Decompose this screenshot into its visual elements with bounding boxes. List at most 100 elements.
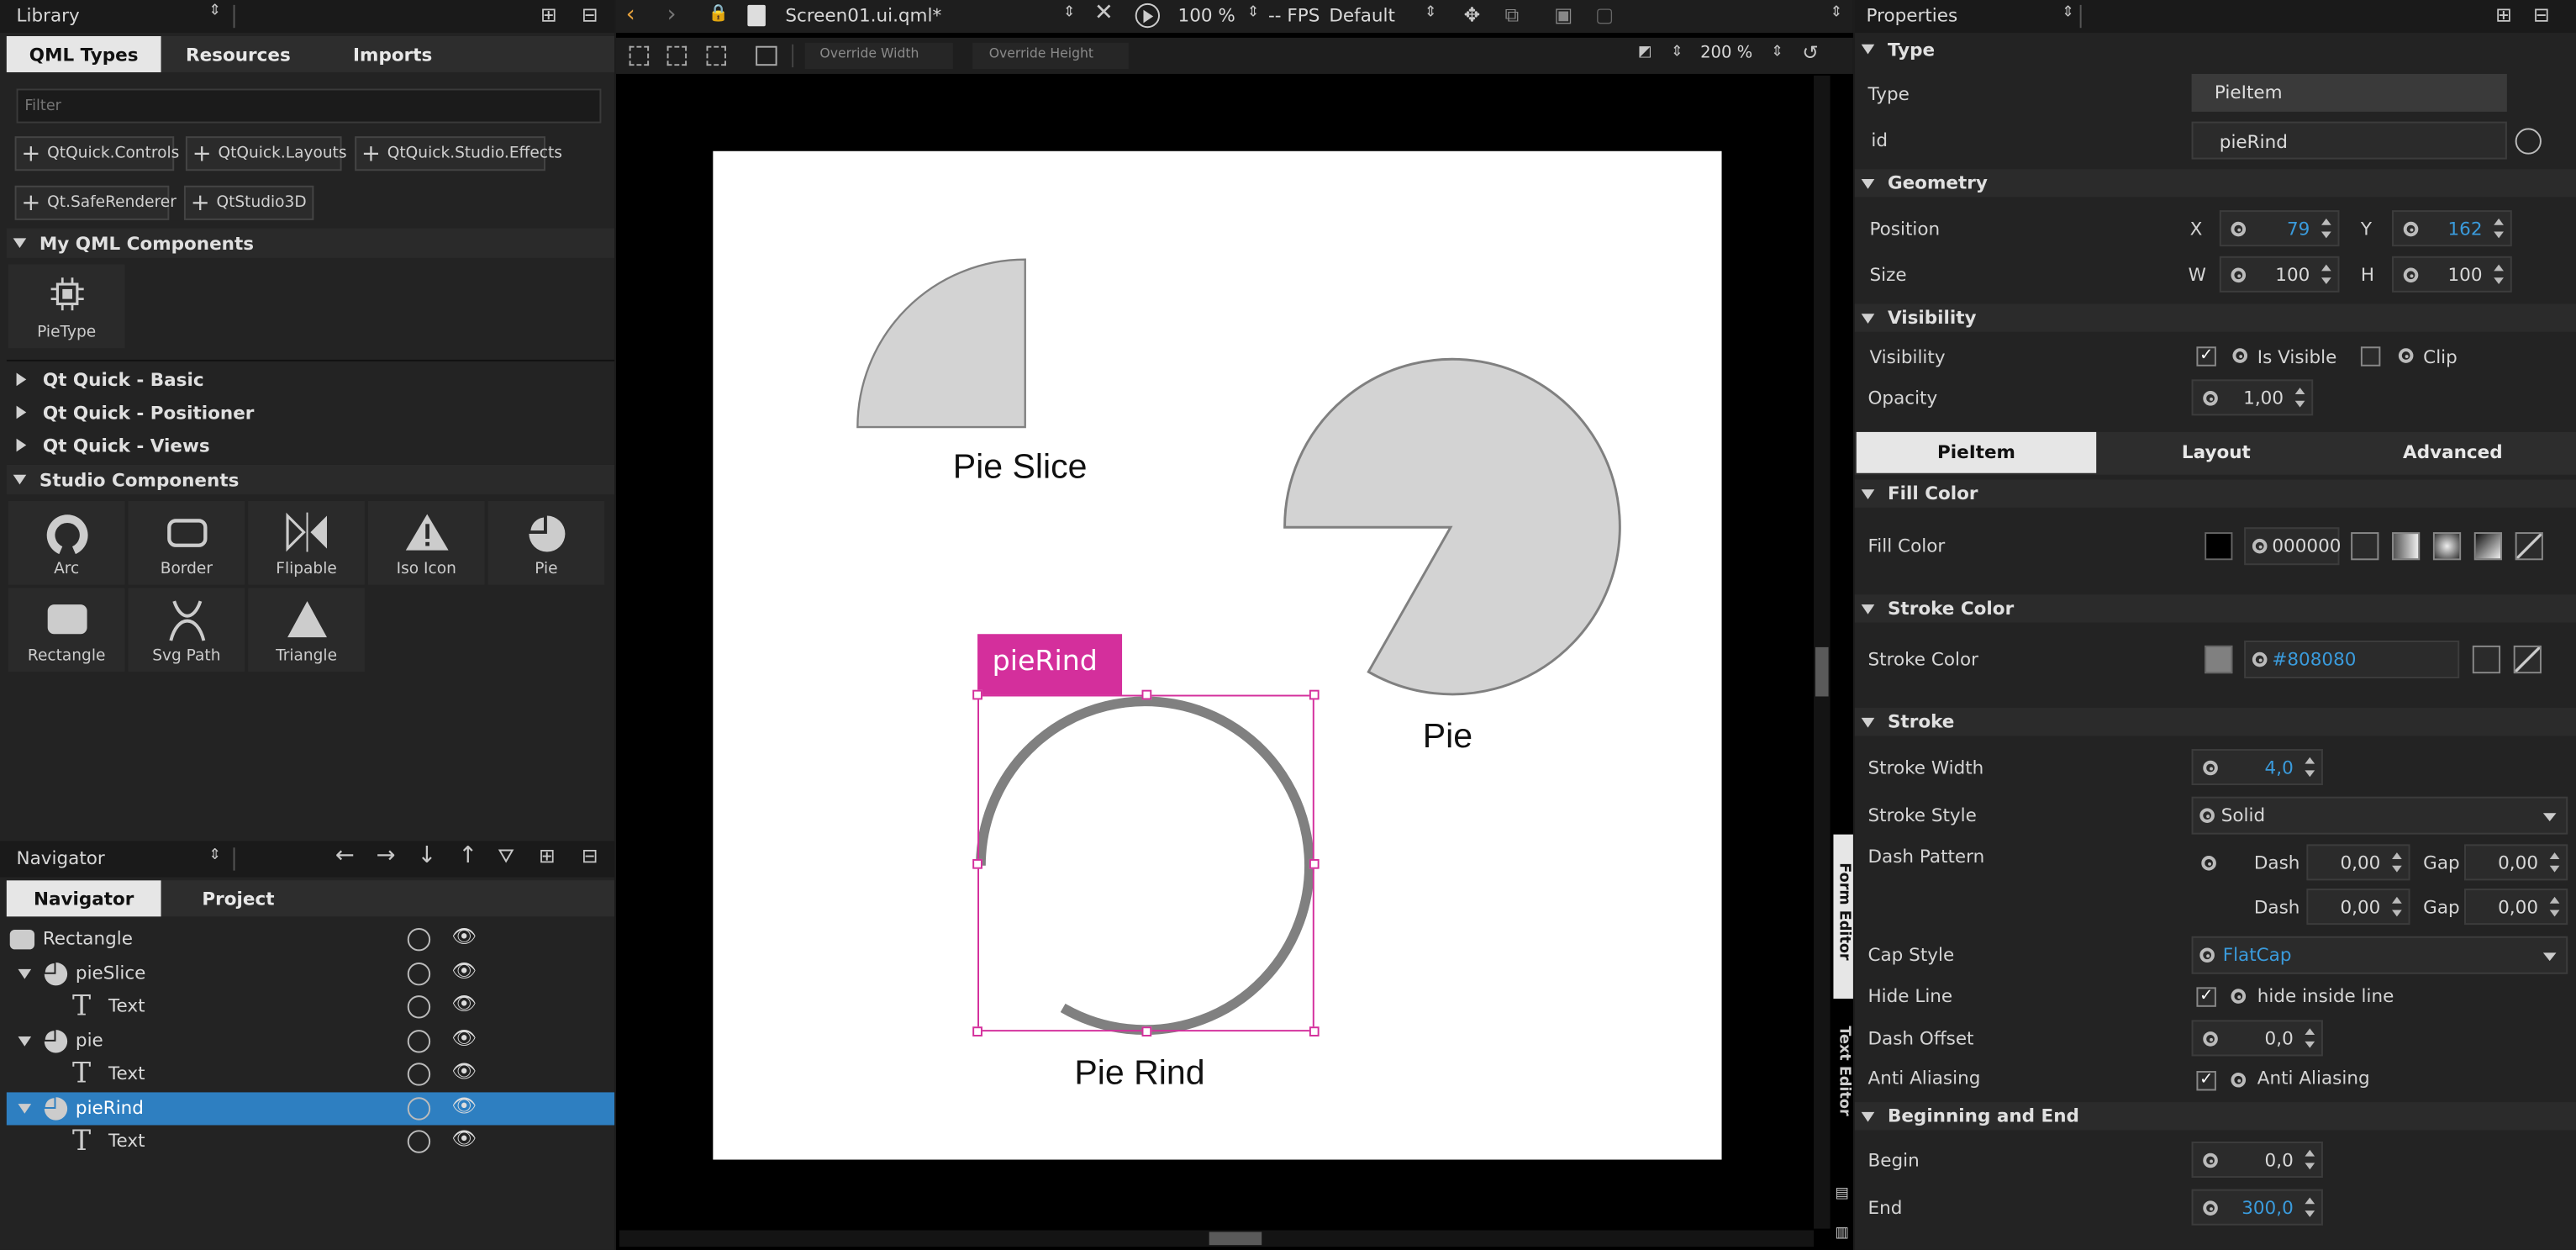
- reset-view-icon[interactable]: ↺: [1802, 41, 1819, 64]
- eye-icon[interactable]: 👁: [452, 992, 477, 1015]
- import-button[interactable]: + Qt.SafeRenderer: [14, 185, 176, 220]
- eye-icon[interactable]: 👁: [452, 1026, 477, 1049]
- tab-project[interactable]: Project: [161, 880, 316, 916]
- panel-icon[interactable]: ▥: [1835, 1226, 1849, 1242]
- increment-icon[interactable]: [2305, 757, 2315, 764]
- link-icon[interactable]: [2252, 538, 2268, 554]
- component-border[interactable]: Border: [128, 500, 245, 585]
- link-icon[interactable]: [2203, 1200, 2218, 1216]
- component-pietype[interactable]: PieType: [8, 264, 125, 349]
- radial-gradient-icon[interactable]: [2432, 532, 2462, 561]
- component-arc[interactable]: Arc: [8, 500, 125, 585]
- updown-icon[interactable]: ⇕: [1771, 45, 1783, 61]
- link-icon[interactable]: [2403, 221, 2419, 237]
- properties-dropdown[interactable]: Properties: [1867, 5, 1958, 26]
- component-rectangle[interactable]: Rectangle: [8, 588, 125, 672]
- end-spinbox[interactable]: 300,0: [2191, 1189, 2323, 1226]
- alias-export-icon[interactable]: [2515, 128, 2542, 155]
- selection-tag[interactable]: pieRind: [977, 634, 1123, 695]
- export-alias-icon[interactable]: [407, 1030, 431, 1053]
- pie-shape[interactable]: [1283, 357, 1621, 696]
- beginning-end-section-header[interactable]: Beginning and End: [1854, 1102, 2576, 1131]
- frame-icon[interactable]: ▢: [1595, 3, 1614, 26]
- decrement-icon[interactable]: [2321, 231, 2331, 239]
- decrement-icon[interactable]: [2392, 865, 2402, 873]
- studio-components-header[interactable]: Studio Components: [6, 464, 615, 495]
- link-icon[interactable]: [2199, 808, 2215, 823]
- gap-spinbox[interactable]: 0,00: [2464, 844, 2568, 881]
- increment-icon[interactable]: [2321, 218, 2331, 225]
- transparent-fill-icon[interactable]: [2515, 532, 2543, 561]
- filter-icon[interactable]: ⛛: [498, 844, 514, 868]
- x-spinbox[interactable]: 79: [2219, 210, 2340, 247]
- linear-gradient-icon[interactable]: [2392, 532, 2421, 561]
- resize-handle[interactable]: [1140, 1026, 1151, 1036]
- arrow-left-icon[interactable]: ←: [335, 842, 355, 868]
- move-tool-icon[interactable]: ✥: [1464, 3, 1481, 26]
- link-icon[interactable]: [2231, 267, 2247, 283]
- clip-checkbox[interactable]: [2360, 346, 2381, 367]
- decrement-icon[interactable]: [2549, 910, 2560, 917]
- snap-icon[interactable]: [756, 45, 777, 66]
- decrement-icon[interactable]: [2305, 770, 2315, 778]
- file-selector[interactable]: Screen01.ui.qml*: [785, 5, 941, 26]
- tab-resources[interactable]: Resources: [161, 36, 316, 72]
- split-icon[interactable]: ⊞: [539, 844, 556, 867]
- opacity-spinbox[interactable]: 1,00: [2191, 379, 2314, 416]
- increment-icon[interactable]: [2549, 896, 2560, 904]
- export-alias-icon[interactable]: [407, 1097, 431, 1121]
- forward-icon[interactable]: ›: [667, 2, 677, 28]
- my-components-header[interactable]: My QML Components: [6, 228, 615, 258]
- component-svg-path[interactable]: Svg Path: [128, 588, 245, 672]
- visibility-section-header[interactable]: Visibility: [1854, 303, 2576, 332]
- import-button[interactable]: + QtStudio3D: [183, 185, 314, 220]
- decrement-icon[interactable]: [2305, 1041, 2315, 1048]
- tab-layout[interactable]: Layout: [2096, 432, 2336, 473]
- eye-icon[interactable]: 👁: [452, 959, 477, 982]
- resize-tool-icon[interactable]: ⧉: [1505, 3, 1520, 28]
- increment-icon[interactable]: [2549, 852, 2560, 859]
- increment-icon[interactable]: [2305, 1028, 2315, 1036]
- decrement-icon[interactable]: [2305, 1210, 2315, 1217]
- increment-icon[interactable]: [2305, 1149, 2315, 1157]
- resize-handle[interactable]: [1309, 1026, 1320, 1036]
- fill-color-swatch[interactable]: [2205, 532, 2233, 561]
- close-panel-icon[interactable]: ⊟: [2533, 3, 2550, 26]
- export-alias-icon[interactable]: [407, 1130, 431, 1153]
- increment-icon[interactable]: [2294, 388, 2305, 394]
- solid-fill-icon[interactable]: [2351, 532, 2379, 561]
- export-alias-icon[interactable]: [407, 963, 431, 986]
- link-icon[interactable]: [2203, 760, 2218, 776]
- decrement-icon[interactable]: [2549, 865, 2560, 873]
- override-height-input[interactable]: Override Height: [972, 42, 1129, 70]
- eye-icon[interactable]: 👁: [452, 1059, 477, 1082]
- stroke-color-swatch[interactable]: [2205, 645, 2233, 674]
- import-button[interactable]: + QtQuick.Studio.Effects: [355, 136, 562, 171]
- hide-line-checkbox[interactable]: ✓: [2196, 987, 2216, 1007]
- scrollbar-thumb[interactable]: [1209, 1232, 1262, 1246]
- navigator-row-text[interactable]: T Text 👁: [7, 990, 614, 1023]
- navigator-dropdown[interactable]: Navigator: [17, 847, 105, 868]
- arrow-right-icon[interactable]: →: [377, 842, 396, 868]
- updown-icon[interactable]: ⇕: [2062, 5, 2074, 22]
- link-icon[interactable]: [2252, 651, 2268, 667]
- solid-fill-icon[interactable]: [2472, 645, 2501, 674]
- select-tool-icon[interactable]: [706, 45, 726, 66]
- chevron-down-icon[interactable]: [18, 968, 32, 979]
- library-dropdown[interactable]: Library: [17, 5, 80, 26]
- navigator-row-text[interactable]: T Text 👁: [7, 1057, 614, 1090]
- increment-icon[interactable]: [2321, 264, 2331, 272]
- color-picker-icon[interactable]: ◩: [1638, 45, 1652, 61]
- dash-offset-spinbox[interactable]: 0,0: [2191, 1020, 2323, 1057]
- side-tab-text-editor[interactable]: Text Editor: [1833, 1010, 1852, 1142]
- updown-icon[interactable]: ⇕: [1831, 5, 1843, 22]
- component-pie[interactable]: Pie: [487, 500, 605, 585]
- resize-handle[interactable]: [1309, 857, 1320, 868]
- updown-icon[interactable]: ⇕: [208, 3, 221, 20]
- navigator-row-text[interactable]: T Text 👁: [7, 1125, 614, 1158]
- panel-icon[interactable]: ▤: [1835, 1186, 1849, 1203]
- dash-spinbox[interactable]: 0,00: [2306, 844, 2410, 881]
- navigator-row-rectangle[interactable]: Rectangle 👁: [7, 923, 614, 956]
- increment-icon[interactable]: [2494, 264, 2504, 272]
- resize-handle[interactable]: [1140, 689, 1151, 700]
